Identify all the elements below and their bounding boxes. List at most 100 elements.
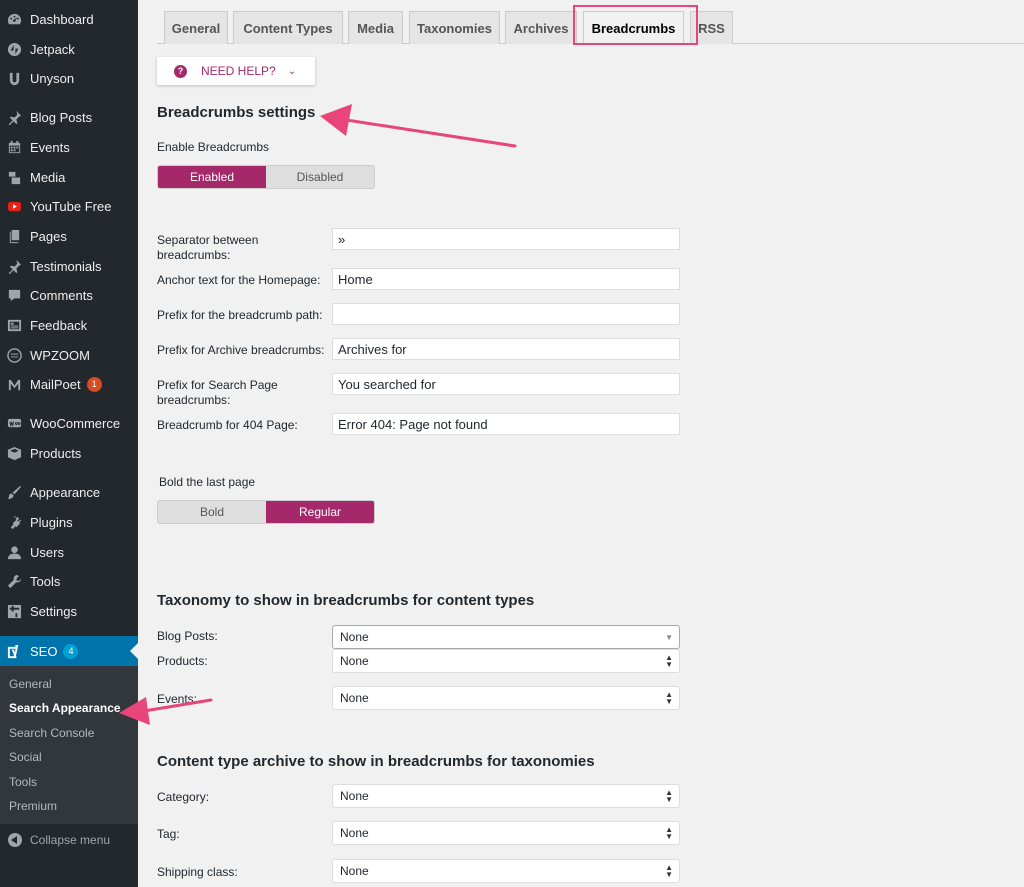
menu-unyson[interactable]: Unyson (0, 65, 138, 91)
menu-mailpoet[interactable]: MailPoet 1 (0, 371, 138, 397)
bold-last-page-toggle: Bold Regular (157, 500, 375, 524)
chevron-down-icon: ⌄ (287, 65, 297, 77)
products-taxonomy-select[interactable]: None ▲ ▼ (332, 649, 680, 673)
menu-label: Unyson (30, 70, 75, 86)
category-archive-select[interactable]: None ▲ ▼ (332, 784, 680, 808)
tag-archive-label: Tag: (157, 827, 180, 841)
blog-posts-taxonomy-select[interactable]: None ▼ (332, 625, 680, 649)
youtube-icon (6, 198, 22, 214)
need-help-button[interactable]: ? NEED HELP? ⌄ (157, 57, 315, 85)
tag-archive-select[interactable]: None ▲ ▼ (332, 821, 680, 845)
submenu-search-appearance[interactable]: Search Appearance (9, 701, 121, 715)
menu-label: YouTube Free (30, 198, 112, 214)
menu-label: Jetpack (30, 41, 75, 57)
menu-tools[interactable]: Tools (0, 568, 138, 594)
plugin-icon (6, 514, 22, 530)
menu-users[interactable]: Users (0, 539, 138, 565)
submenu-premium[interactable]: Premium (9, 799, 57, 813)
tab-taxonomies[interactable]: Taxonomies (409, 11, 500, 44)
unyson-icon (6, 70, 22, 86)
menu-label: Settings (30, 603, 77, 619)
breadcrumbs-settings-heading: Breadcrumbs settings (157, 104, 316, 121)
select-arrows-icon: ▲ ▼ (665, 863, 673, 879)
menu-products[interactable]: Products (0, 440, 138, 466)
breadcrumb-path-prefix-label: Prefix for the breadcrumb path: (157, 308, 323, 322)
category-archive-label: Category: (157, 790, 210, 804)
admin-sidebar: Dashboard Jetpack Unyson Blog Posts Even… (0, 0, 138, 887)
select-arrows-icon: ▲ ▼ (665, 825, 673, 841)
menu-wpzoom[interactable]: WPZOOM (0, 342, 138, 368)
user-icon (6, 544, 22, 560)
homepage-anchor-input[interactable] (332, 268, 680, 290)
submenu-general[interactable]: General (9, 677, 52, 691)
calendar-icon (6, 139, 22, 155)
blog-posts-taxonomy-label: Blog Posts: (157, 629, 218, 643)
menu-label: Plugins (30, 514, 73, 530)
menu-media[interactable]: Media (0, 164, 138, 190)
menu-label: Pages (30, 228, 67, 244)
select-value: None (340, 691, 369, 705)
taxonomy-section-heading: Taxonomy to show in breadcrumbs for cont… (157, 592, 535, 609)
menu-label: Users (30, 544, 64, 560)
collapse-icon (8, 833, 22, 847)
brush-icon (6, 484, 22, 500)
menu-label: Dashboard (30, 11, 94, 27)
settings-icon (6, 603, 22, 619)
select-value: None (340, 789, 369, 803)
submenu-search-console[interactable]: Search Console (9, 726, 94, 740)
select-value: None (340, 864, 369, 878)
seo-notification-badge: 4 (63, 643, 79, 659)
menu-label: Media (30, 169, 66, 185)
search-prefix-label: Prefix for Search Page breadcrumbs: (157, 378, 278, 407)
breadcrumb-path-prefix-input[interactable] (332, 303, 680, 325)
enabled-option[interactable]: Enabled (158, 166, 266, 188)
separator-label: Separator between breadcrumbs: (157, 233, 259, 262)
menu-label: SEO (30, 643, 58, 659)
submenu-tools[interactable]: Tools (9, 775, 37, 789)
comment-icon (6, 287, 22, 303)
menu-pages[interactable]: Pages (0, 223, 138, 249)
menu-appearance[interactable]: Appearance (0, 479, 138, 505)
bold-option[interactable]: Bold (158, 501, 266, 523)
annotation-highlight-box (573, 5, 698, 45)
search-prefix-input[interactable] (332, 373, 680, 395)
menu-label: Testimonials (30, 258, 102, 274)
feedback-icon (6, 317, 22, 333)
shipping-class-archive-select[interactable]: None ▲ ▼ (332, 859, 680, 883)
menu-woocommerce[interactable]: WooCommerce (0, 410, 138, 436)
woo-icon (6, 415, 22, 431)
menu-seo[interactable]: SEO 4 (0, 636, 138, 666)
menu-label: WPZOOM (30, 347, 90, 363)
tab-general[interactable]: General (164, 11, 228, 44)
menu-label: Products (30, 445, 82, 461)
wrench-icon (6, 573, 22, 589)
menu-label: Tools (30, 573, 61, 589)
menu-feedback[interactable]: Feedback (0, 312, 138, 338)
menu-settings[interactable]: Settings (0, 598, 138, 624)
collapse-menu-button[interactable]: Collapse menu (0, 828, 138, 852)
disabled-option[interactable]: Disabled (266, 166, 374, 188)
tab-archives[interactable]: Archives (505, 11, 577, 44)
events-taxonomy-select[interactable]: None ▲ ▼ (332, 686, 680, 710)
menu-testimonials[interactable]: Testimonials (0, 253, 138, 279)
separator-input[interactable] (332, 228, 680, 250)
menu-youtube-free[interactable]: YouTube Free (0, 193, 138, 219)
select-arrows-icon: ▲ ▼ (665, 690, 673, 706)
menu-events[interactable]: Events (0, 134, 138, 160)
menu-plugins[interactable]: Plugins (0, 509, 138, 535)
tab-content-types[interactable]: Content Types (233, 11, 343, 44)
select-value: None (340, 630, 369, 644)
menu-label: Events (30, 139, 70, 155)
menu-comments[interactable]: Comments (0, 282, 138, 308)
submenu-social[interactable]: Social (9, 750, 42, 764)
menu-label: Blog Posts (30, 109, 93, 125)
enable-breadcrumbs-toggle: Enabled Disabled (157, 165, 375, 189)
menu-dashboard[interactable]: Dashboard (0, 6, 138, 32)
events-taxonomy-label: Events: (157, 692, 198, 706)
404-breadcrumb-input[interactable] (332, 413, 680, 435)
menu-jetpack[interactable]: Jetpack (0, 36, 138, 62)
tab-media[interactable]: Media (348, 11, 403, 44)
menu-blog-posts[interactable]: Blog Posts (0, 104, 138, 130)
archive-prefix-input[interactable] (332, 338, 680, 360)
regular-option[interactable]: Regular (266, 501, 374, 523)
